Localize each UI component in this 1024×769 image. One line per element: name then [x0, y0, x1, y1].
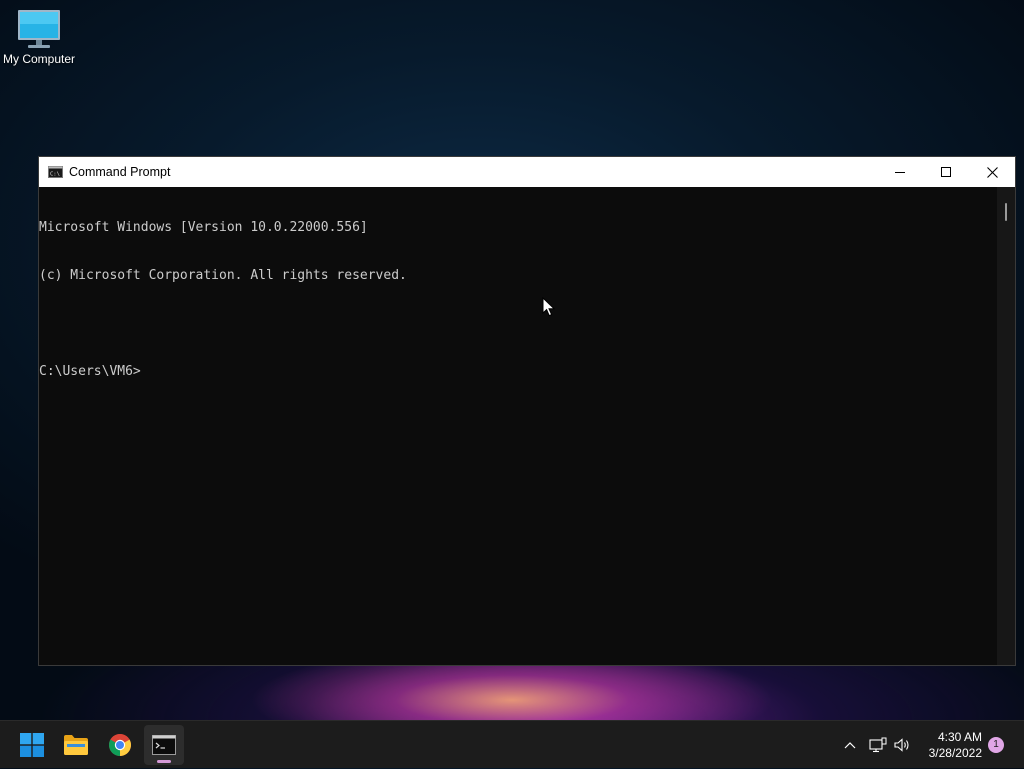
clock-date: 3/28/2022	[928, 746, 982, 760]
console-line: (c) Microsoft Corporation. All rights re…	[39, 268, 407, 283]
minimize-icon	[895, 172, 905, 173]
command-prompt-window[interactable]: C:\ Command Prompt Microsoft Windows [Ve…	[38, 156, 1016, 666]
folder-icon	[64, 735, 88, 755]
taskbar-file-explorer[interactable]	[56, 725, 96, 765]
desktop-icon-label: My Computer	[2, 52, 76, 66]
notification-badge[interactable]: 1	[988, 737, 1004, 753]
chevron-up-icon	[844, 742, 856, 749]
taskbar-chrome[interactable]	[100, 725, 140, 765]
network-icon	[869, 737, 887, 753]
scrollbar-thumb[interactable]	[1005, 203, 1007, 221]
desktop-icon-my-computer[interactable]: My Computer	[0, 8, 78, 66]
tray-network-button[interactable]	[866, 721, 890, 769]
clock-time: 4:30 AM	[937, 730, 982, 744]
tray-overflow-button[interactable]	[838, 721, 862, 769]
taskbar-clock[interactable]: 4:30 AM 3/28/2022	[929, 729, 982, 761]
chrome-icon	[109, 734, 131, 756]
console-prompt: C:\Users\VM6>	[39, 364, 141, 379]
svg-text:C:\: C:\	[50, 172, 60, 178]
start-button[interactable]	[12, 725, 52, 765]
cmd-icon	[152, 735, 176, 755]
console-scrollbar[interactable]	[997, 187, 1015, 665]
mouse-cursor-icon	[542, 297, 556, 317]
monitor-icon	[18, 10, 60, 48]
maximize-icon	[941, 167, 951, 177]
console-output[interactable]: Microsoft Windows [Version 10.0.22000.55…	[39, 187, 997, 665]
window-title: Command Prompt	[69, 165, 171, 179]
taskbar: 4:30 AM 3/28/2022 1	[0, 720, 1024, 768]
console-line: Microsoft Windows [Version 10.0.22000.55…	[39, 220, 368, 235]
windows-logo-icon	[20, 733, 44, 757]
active-app-indicator	[157, 760, 171, 763]
cmd-icon: C:\	[48, 166, 63, 178]
close-button[interactable]	[969, 157, 1015, 187]
maximize-button[interactable]	[923, 157, 969, 187]
taskbar-command-prompt[interactable]	[144, 725, 184, 765]
close-icon	[986, 166, 998, 178]
window-titlebar[interactable]: C:\ Command Prompt	[39, 157, 1015, 187]
tray-volume-button[interactable]	[890, 721, 914, 769]
volume-icon	[894, 738, 909, 752]
minimize-button[interactable]	[877, 157, 923, 187]
